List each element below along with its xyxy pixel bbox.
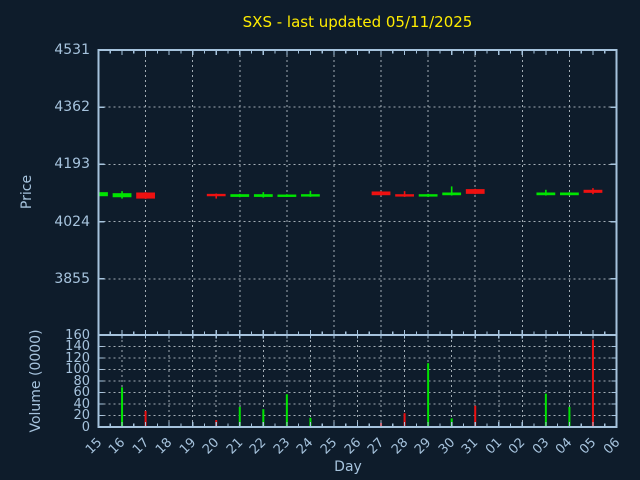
candle-body-day-29 (419, 194, 438, 196)
price-tick-label: 4362 (0, 99, 90, 115)
candle-body-day-04 (560, 193, 579, 196)
candle-body-day-03 (536, 193, 555, 196)
volume-bar-day-03 (545, 394, 547, 427)
candle-body-day-20 (207, 194, 226, 196)
volume-tick-label: 0 (0, 420, 90, 435)
volume-bar-day-16 (121, 387, 123, 427)
price-tick-label: 3855 (0, 271, 90, 287)
volume-bar-day-05 (592, 340, 594, 427)
candle-body-day-22 (254, 194, 273, 197)
price-axis-label: Price (19, 175, 35, 209)
candles-layer (89, 186, 602, 199)
candle-body-day-31 (466, 189, 485, 194)
volume-bar-day-29 (427, 363, 429, 427)
candle-body-day-17 (136, 193, 155, 199)
candle-body-day-30 (442, 193, 461, 196)
candle-body-day-05 (584, 190, 603, 193)
price-tick-label: 4193 (0, 156, 90, 172)
candle-body-day-21 (230, 194, 249, 197)
candle-body-day-27 (372, 191, 391, 195)
candle-body-day-28 (395, 194, 414, 196)
chart-title: SXS - last updated 05/11/2025 (98, 13, 617, 31)
price-tick-label: 4024 (0, 214, 90, 230)
candle-body-day-16 (113, 193, 132, 197)
chart-window: SXS - last updated 05/11/2025 Price Volu… (0, 0, 640, 480)
candle-body-day-23 (277, 195, 296, 197)
chart-canvas (0, 0, 640, 480)
price-tick-label: 4531 (0, 42, 90, 58)
candle-body-day-24 (301, 194, 320, 196)
